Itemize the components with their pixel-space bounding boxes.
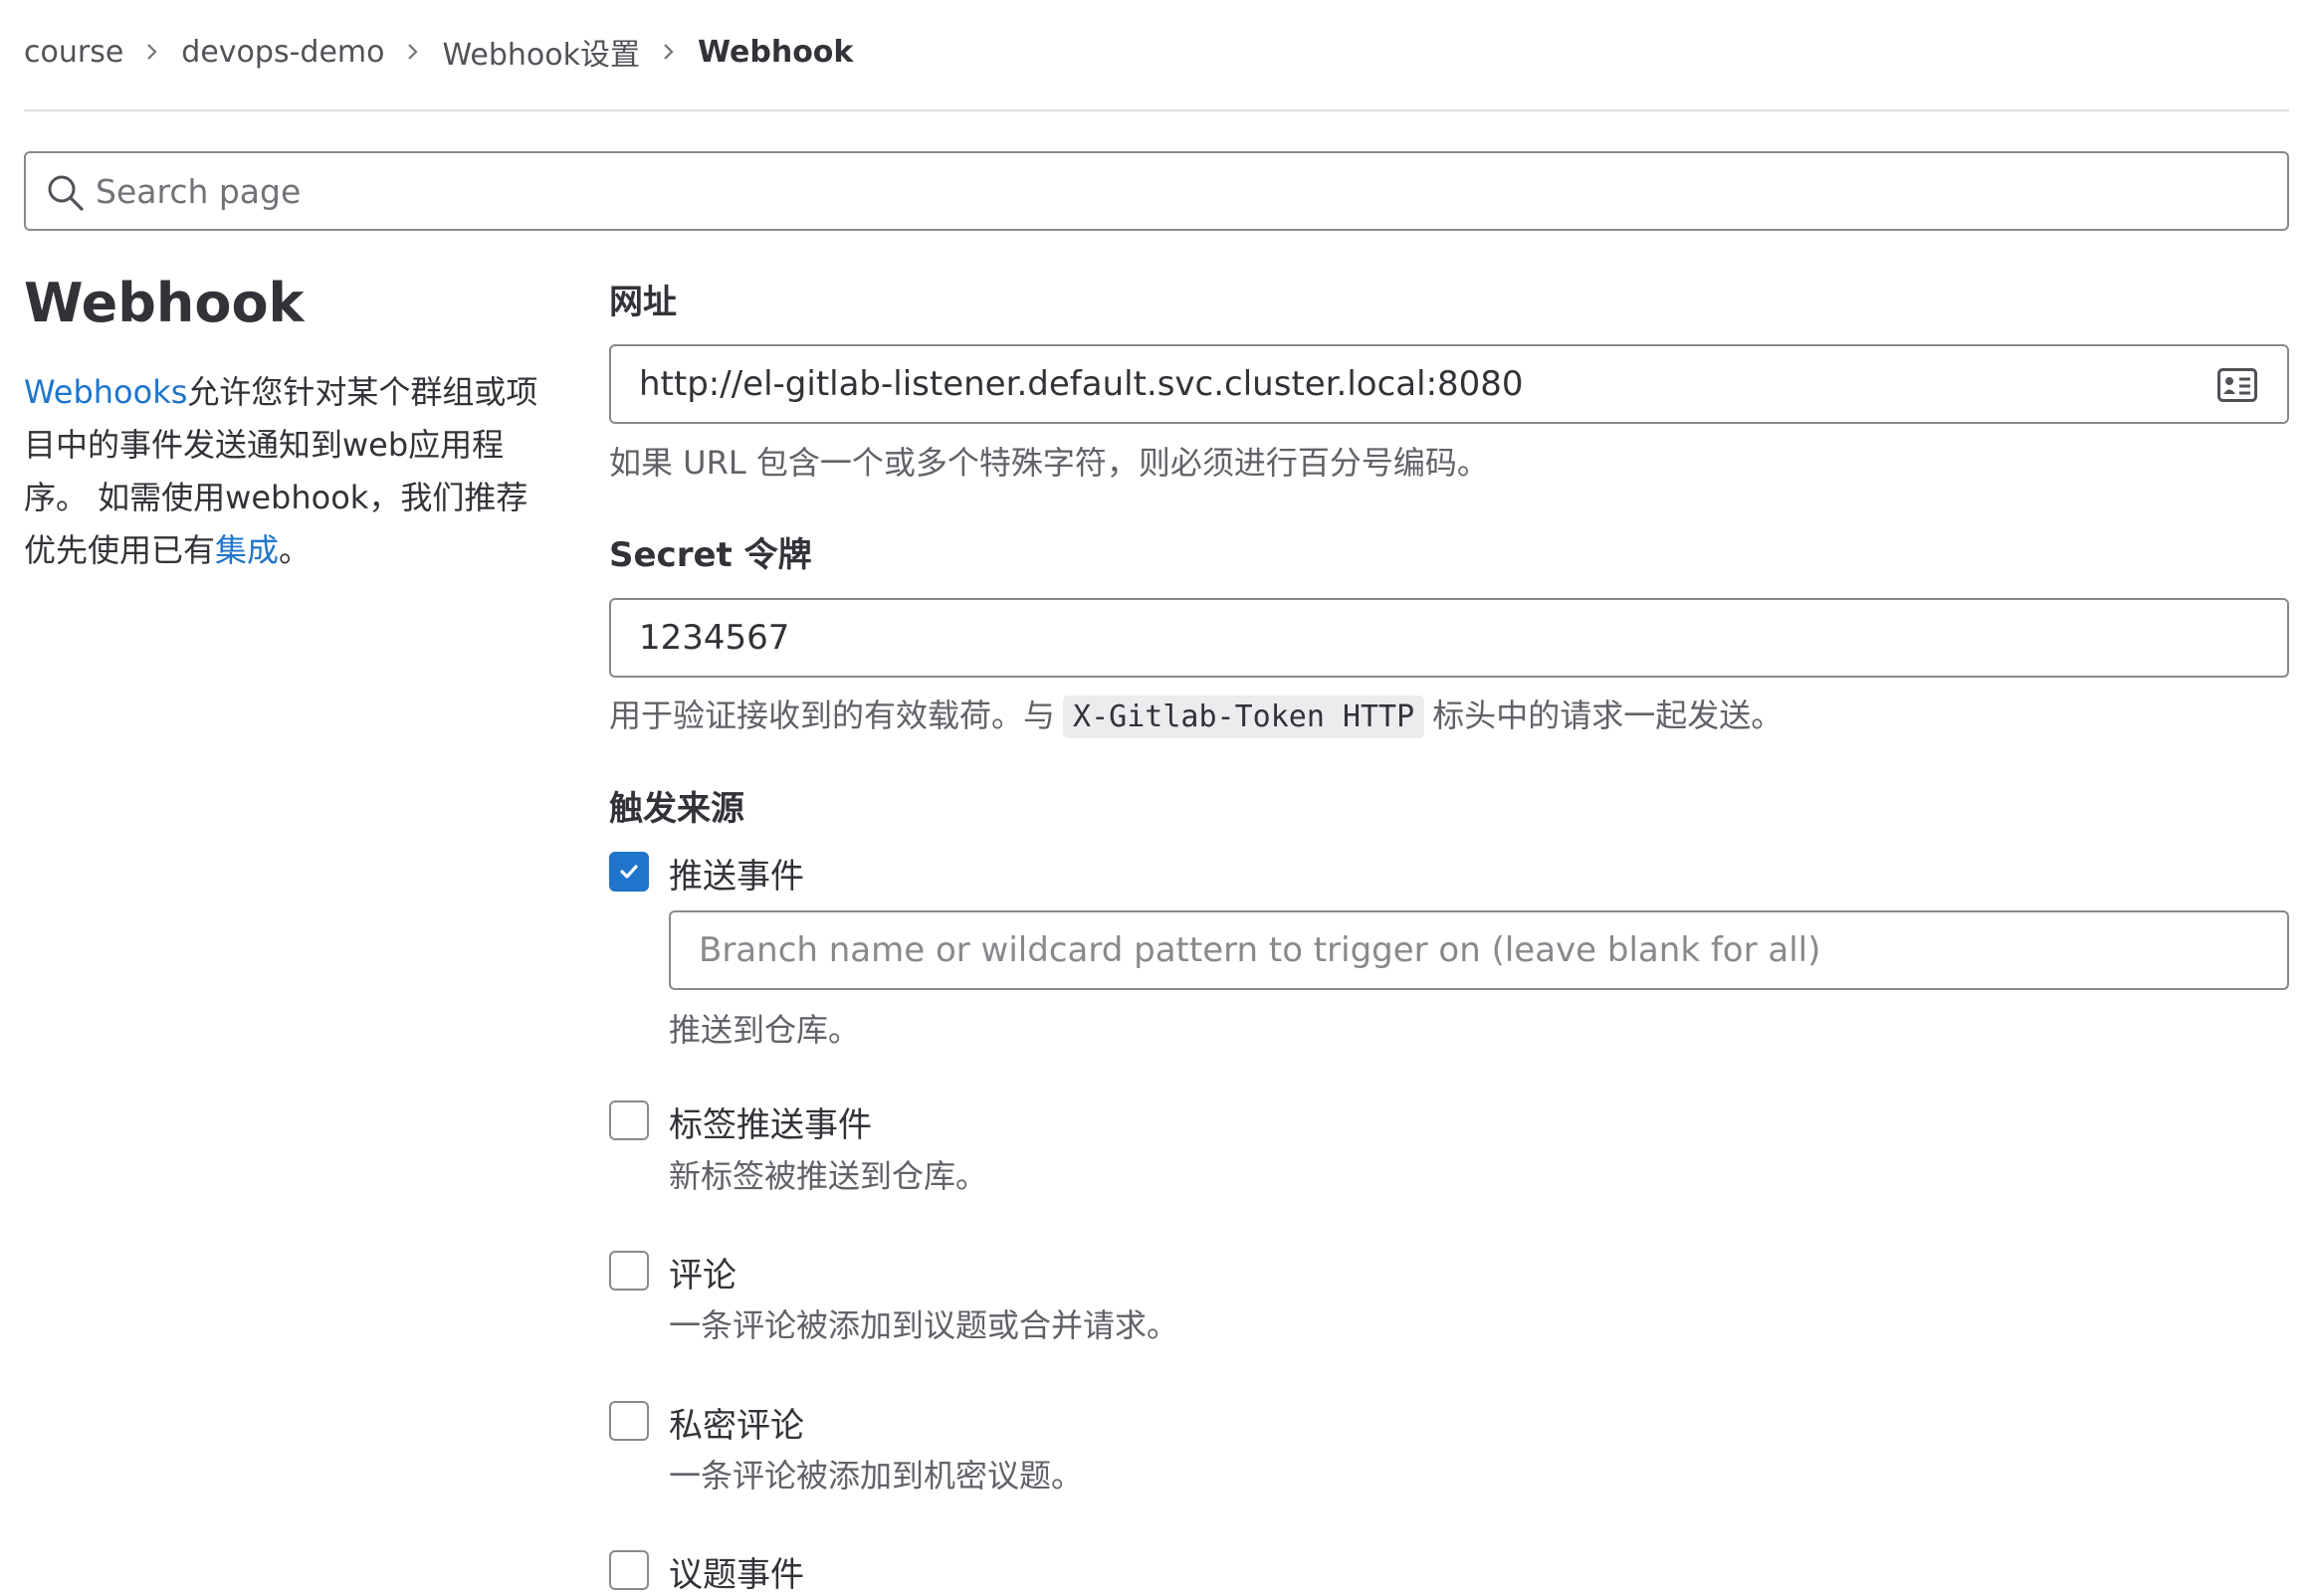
url-help: 如果 URL 包含一个或多个特殊字符，则必须进行百分号编码。: [609, 444, 1489, 482]
section-title: Webhook: [24, 272, 305, 334]
push-events-checkbox[interactable]: [609, 852, 649, 892]
secret-help-before: 用于验证接收到的有效载荷。与: [609, 697, 1056, 734]
issues-events-label[interactable]: 议题事件: [669, 1547, 804, 1596]
breadcrumb-devops-demo[interactable]: devops-demo: [181, 35, 384, 70]
section-description: Webhooks允许您针对某个群组或项目中的事件发送通知到web应用程序。 如需…: [24, 366, 541, 577]
trigger-title: 触发来源: [609, 789, 744, 829]
secret-help: 用于验证接收到的有效载荷。与 X-Gitlab-Token HTTP 标头中的请求一…: [609, 691, 1784, 738]
search-box: [24, 151, 2289, 231]
breadcrumb: course devops-demo Webhook设置 Webhook: [24, 28, 853, 76]
url-input[interactable]: [639, 354, 2192, 414]
comments-checkbox[interactable]: [609, 1251, 649, 1291]
secret-input[interactable]: [639, 608, 2251, 668]
push-events-help: 推送到仓库。: [669, 1011, 861, 1049]
header-divider: [24, 109, 2289, 111]
secret-field: [609, 598, 2289, 678]
push-events-label[interactable]: 推送事件: [669, 849, 804, 898]
webhooks-docs-link[interactable]: Webhooks: [24, 373, 187, 411]
webhook-settings-page: course devops-demo Webhook设置 Webhook Web…: [0, 0, 2313, 1595]
search-icon: [46, 173, 86, 213]
secret-help-after: 标头中的请求一起发送。: [1432, 697, 1784, 734]
confidential-comments-label[interactable]: 私密评论: [669, 1398, 804, 1447]
confidential-comments-help: 一条评论被添加到机密议题。: [669, 1457, 1084, 1495]
chevron-right-icon: [406, 42, 420, 62]
comments-label[interactable]: 评论: [669, 1248, 736, 1297]
comments-help: 一条评论被添加到议题或合并请求。: [669, 1306, 1179, 1344]
chevron-right-icon: [145, 42, 159, 62]
header-name-code: X-Gitlab-Token HTTP: [1063, 696, 1425, 738]
branch-filter-field: [669, 910, 2289, 990]
address-card-icon[interactable]: [2217, 368, 2257, 402]
breadcrumb-course[interactable]: course: [24, 35, 123, 70]
integrations-link[interactable]: 集成: [215, 531, 279, 569]
check-icon: [620, 865, 638, 879]
tag-push-events-label[interactable]: 标签推送事件: [669, 1097, 872, 1146]
url-label: 网址: [609, 283, 677, 322]
search-input[interactable]: [96, 163, 2265, 219]
sidebar-description: Webhook Webhooks允许您针对某个群组或项目中的事件发送通知到web…: [24, 269, 541, 577]
tag-push-events-help: 新标签被推送到仓库。: [669, 1157, 988, 1195]
confidential-comments-checkbox[interactable]: [609, 1401, 649, 1441]
breadcrumb-current: Webhook: [698, 34, 854, 70]
issues-events-checkbox[interactable]: [609, 1550, 649, 1590]
description-end: 。: [279, 531, 312, 569]
branch-filter-input[interactable]: [699, 920, 2271, 980]
url-field: [609, 344, 2289, 424]
chevron-right-icon: [662, 42, 676, 62]
breadcrumb-webhook-settings[interactable]: Webhook设置: [442, 30, 640, 74]
tag-push-events-checkbox[interactable]: [609, 1100, 649, 1140]
secret-label: Secret 令牌: [609, 535, 812, 575]
